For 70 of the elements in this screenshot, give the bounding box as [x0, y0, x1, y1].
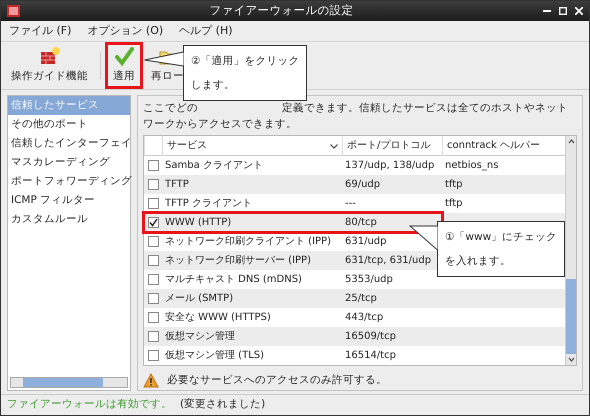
table-cell-text: 631/tcp, 631/udp: [345, 254, 432, 268]
table-cell-text: tftp: [445, 197, 463, 211]
callout-text: ②「適用」をクリック: [191, 54, 299, 69]
check-icon: [114, 46, 134, 66]
table-cell-text: Samba クライアント: [165, 159, 263, 173]
table-cell-text: netbios_ns: [445, 159, 498, 173]
callout-text: ①「www」にチェック: [445, 230, 557, 245]
table-cell-text: 16514/tcp: [345, 349, 396, 363]
checkbox[interactable]: [148, 198, 159, 209]
column-header[interactable]: ポート/プロトコル: [342, 136, 442, 156]
checkbox[interactable]: [148, 255, 159, 266]
table-cell-text: 69/udp: [345, 178, 380, 192]
table-cell-text: メール (SMTP): [165, 292, 234, 306]
menu-item[interactable]: ファイル (F): [9, 22, 72, 40]
table-cell-text: 631/udp: [345, 235, 386, 249]
checkbox[interactable]: [148, 179, 159, 190]
firewall-icon: [7, 5, 20, 17]
warning-text: 必要なサービスへのアクセスのみ許可する。: [167, 373, 387, 388]
table-cell-text: ネットワーク印刷サーバー (IPP): [165, 254, 311, 268]
checkbox[interactable]: [148, 312, 159, 323]
sidebar-item[interactable]: ポートフォワーディング: [8, 172, 130, 191]
menu-item[interactable]: オプション (O): [87, 22, 164, 40]
table-cell-text: 16509/tcp: [345, 330, 396, 344]
warning-icon: [143, 373, 159, 388]
table-cell-text: 5353/udp: [345, 273, 393, 287]
sidebar-item[interactable]: 信頼したインターフェイ: [8, 134, 130, 153]
table-cell-text: ---: [345, 197, 356, 211]
table-cell-text: tftp: [445, 178, 463, 192]
checkbox[interactable]: [148, 160, 159, 171]
scrollbar-thumb[interactable]: [566, 279, 576, 354]
brick-wall-icon: [40, 46, 60, 66]
sidebar-item[interactable]: カスタムルール: [8, 210, 130, 229]
column-header[interactable]: サービス: [167, 136, 207, 156]
callout-text: を入れます。: [445, 254, 512, 269]
minimize-icon: [543, 10, 551, 12]
checkbox[interactable]: [148, 236, 159, 247]
description-text: ここでどの: [143, 101, 198, 116]
description-text: 定義できます。信頼したサービスは全てのホストやネット: [282, 101, 568, 116]
window-title: ファイアーウォールの設定: [208, 2, 354, 20]
caret-icon: [330, 144, 338, 148]
table-cell-text: 安全な WWW (HTTPS): [165, 310, 271, 325]
status-text: (変更されました): [180, 397, 266, 412]
close-icon: [575, 7, 583, 15]
sidebar-item[interactable]: ICMP フィルター: [8, 191, 130, 210]
table-cell-text: ネットワーク印刷クライアント (IPP): [165, 234, 331, 249]
toolbar-button[interactable]: 操作ガイド機能: [5, 44, 94, 87]
checkbox[interactable]: [148, 274, 159, 285]
table-cell-text: 137/udp, 138/udp: [345, 159, 434, 173]
table-cell-text: 80/tcp: [345, 216, 377, 230]
description-text: ワークからアクセスできます。: [143, 117, 298, 132]
table-cell-text: 443/tcp: [345, 311, 384, 325]
maximize-icon: [559, 7, 567, 15]
callout-text: します。: [191, 78, 236, 93]
checkbox[interactable]: [148, 217, 159, 228]
status-text: ファイアーウォールは有効です。: [7, 397, 172, 412]
checkbox[interactable]: [148, 350, 159, 361]
sidebar-item[interactable]: その他のポート: [8, 115, 130, 134]
table-cell-text: 仮想マシン管理 (TLS): [165, 348, 264, 363]
checkbox[interactable]: [148, 331, 159, 342]
table-cell-text: 25/tcp: [345, 292, 377, 306]
menu-item[interactable]: ヘルプ (H): [179, 22, 233, 40]
table-cell-text: TFTP: [165, 178, 189, 192]
table-cell-text: WWW (HTTP): [165, 216, 232, 230]
sidebar-item[interactable]: マスカレーディング: [8, 153, 130, 172]
checkbox[interactable]: [148, 293, 159, 304]
horizontal-scrollbar[interactable]: [10, 377, 128, 388]
table-cell-text: マルチキャスト DNS (mDNS): [165, 273, 302, 287]
table-cell-text: 仮想マシン管理: [165, 330, 235, 344]
table-cell-text: TFTP クライアント: [165, 197, 252, 211]
toolbar-button[interactable]: 適用: [107, 44, 141, 87]
